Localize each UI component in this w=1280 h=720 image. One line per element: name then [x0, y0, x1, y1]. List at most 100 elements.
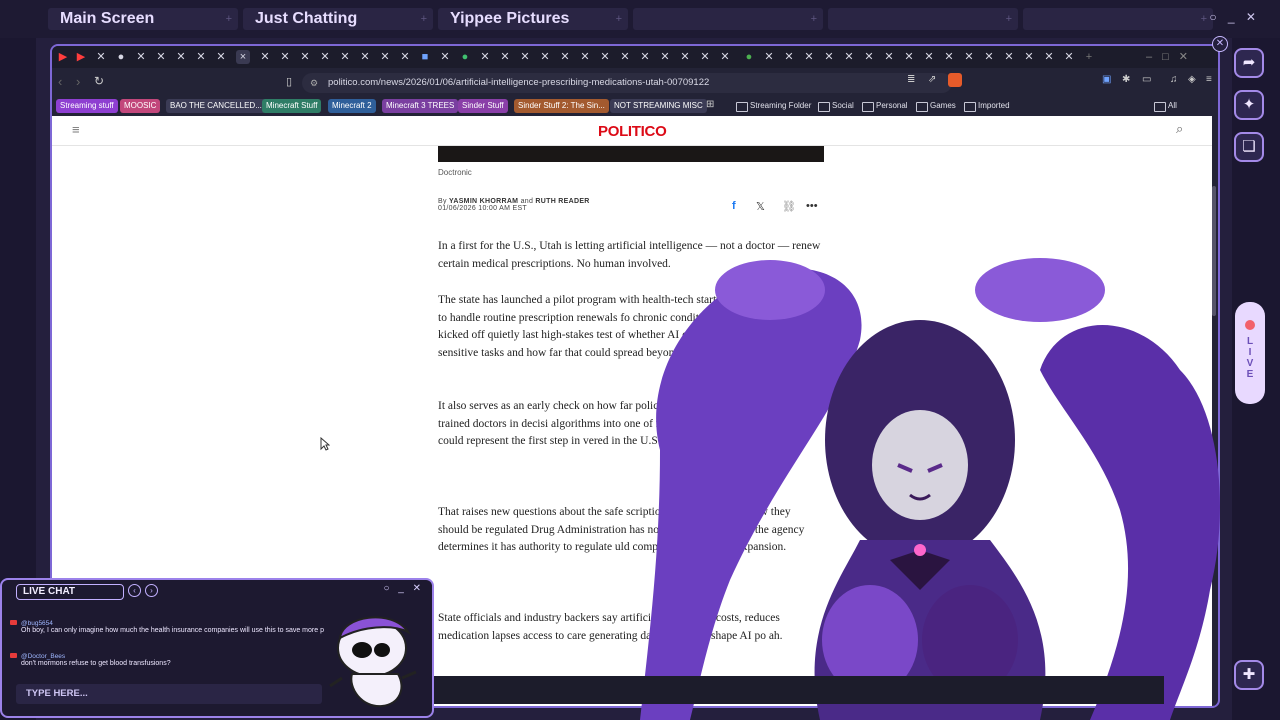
- x-tab-icon[interactable]: ✕: [398, 50, 412, 64]
- search-icon[interactable]: ⌕: [1176, 121, 1183, 137]
- back-icon[interactable]: ‹: [58, 74, 62, 89]
- share-arrow-icon[interactable]: ➦: [1234, 48, 1264, 78]
- x-tab-icon[interactable]: ✕: [318, 50, 332, 64]
- x-tab-icon[interactable]: ✕: [802, 50, 816, 64]
- x-tab-icon[interactable]: ✕: [478, 50, 492, 64]
- x-tab-icon[interactable]: ✕: [378, 50, 392, 64]
- reload-icon[interactable]: ↻: [94, 74, 104, 88]
- x-tab-icon[interactable]: ✕: [782, 50, 796, 64]
- hamburger-menu-icon[interactable]: ≡: [72, 122, 80, 137]
- bookmark-minecraft-2[interactable]: Minecraft 2: [328, 99, 376, 113]
- x-tab-icon[interactable]: ✕: [558, 50, 572, 64]
- x-tab-icon[interactable]: ✕: [982, 50, 996, 64]
- chat-input[interactable]: TYPE HERE...: [16, 684, 322, 704]
- x-tab-icon[interactable]: ✕: [578, 50, 592, 64]
- x-tab-icon[interactable]: ✕: [698, 50, 712, 64]
- vpn-icon[interactable]: ◈: [1188, 74, 1196, 85]
- x-tab-icon[interactable]: ✕: [518, 50, 532, 64]
- bookmark-streaming-stuff[interactable]: Streaming stuff: [56, 99, 118, 113]
- brave-shield-icon[interactable]: [948, 73, 962, 87]
- share-icon[interactable]: ⇗: [928, 74, 936, 85]
- close-window-icon[interactable]: ✕: [1212, 36, 1228, 52]
- overlay-tab-yippee-pictures[interactable]: Yippee Pictures +: [438, 8, 628, 30]
- url-bar[interactable]: ⚙ politico.com/news/2026/01/06/artificia…: [302, 73, 952, 93]
- bookmark-ribbon-icon[interactable]: ❏: [1234, 132, 1264, 162]
- all-bookmarks[interactable]: All Bookmarks: [1154, 99, 1218, 124]
- x-tab-icon[interactable]: ✕: [278, 50, 292, 64]
- music-icon[interactable]: ♫: [1170, 74, 1178, 85]
- x-tab-icon[interactable]: ✕: [538, 50, 552, 64]
- x-tab-icon[interactable]: ✕: [214, 50, 228, 64]
- x-tab-icon[interactable]: ✕: [1042, 50, 1056, 64]
- x-tab-icon[interactable]: ✕: [194, 50, 208, 64]
- x-tab-icon[interactable]: ✕: [1002, 50, 1016, 64]
- reader-icon[interactable]: ≣: [907, 74, 915, 85]
- youtube-tab-icon[interactable]: ▶: [56, 50, 70, 64]
- active-tab-close-icon[interactable]: ×: [236, 50, 250, 64]
- facebook-icon[interactable]: f: [732, 200, 736, 212]
- x-tab-icon[interactable]: ✕: [718, 50, 732, 64]
- author-link[interactable]: YASMIN KHORRAM: [449, 198, 518, 205]
- x-tab-icon[interactable]: ✕: [638, 50, 652, 64]
- image-tab-icon[interactable]: ■: [418, 50, 432, 64]
- extension-icon[interactable]: ▣: [1102, 74, 1111, 85]
- x-tab-icon[interactable]: ✕: [658, 50, 672, 64]
- author-link[interactable]: RUTH READER: [535, 198, 589, 205]
- overlay-tab-empty[interactable]: +: [633, 8, 823, 30]
- a-tab-icon[interactable]: ●: [114, 50, 128, 64]
- x-tab-icon[interactable]: ✕: [94, 50, 108, 64]
- x-tab-icon[interactable]: ✕: [678, 50, 692, 64]
- site-logo[interactable]: POLITICO: [598, 123, 667, 140]
- x-tab-icon[interactable]: ✕: [1022, 50, 1036, 64]
- x-tab-icon[interactable]: ✕: [154, 50, 168, 64]
- x-tab-icon[interactable]: ✕: [174, 50, 188, 64]
- x-tab-icon[interactable]: ✕: [358, 50, 372, 64]
- link-icon[interactable]: ⛓: [782, 200, 796, 213]
- x-tab-icon[interactable]: ✕: [762, 50, 776, 64]
- x-tab-icon[interactable]: ✕: [882, 50, 896, 64]
- site-info-icon[interactable]: ⚙: [310, 73, 318, 93]
- folder-streaming[interactable]: Streaming Folder: [736, 99, 811, 113]
- apps-grid-icon[interactable]: ⊞: [706, 99, 714, 110]
- chat-window-controls[interactable]: ○ _ ✕: [383, 583, 424, 594]
- folder-games[interactable]: Games: [916, 99, 956, 113]
- bookmark-sinder-stuff[interactable]: Sinder Stuff: [458, 99, 508, 113]
- x-tab-icon[interactable]: ✕: [298, 50, 312, 64]
- sidebar-icon[interactable]: ▭: [1142, 74, 1151, 85]
- x-tab-icon[interactable]: ✕: [842, 50, 856, 64]
- bookmark-bao[interactable]: BAO THE CANCELLED...: [166, 99, 266, 113]
- more-icon[interactable]: •••: [806, 200, 818, 212]
- overlay-tab-just-chatting[interactable]: Just Chatting +: [243, 8, 433, 30]
- sticker-icon[interactable]: ✦: [1234, 90, 1264, 120]
- overlay-window-controls[interactable]: ○ _ ✕: [1209, 10, 1260, 24]
- overlay-tab-empty[interactable]: +: [828, 8, 1018, 30]
- puzzle-icon[interactable]: ✱: [1122, 74, 1130, 85]
- green-tab-icon[interactable]: ●: [458, 50, 472, 64]
- x-share-icon[interactable]: 𝕏: [756, 200, 765, 213]
- x-tab-icon[interactable]: ✕: [438, 50, 452, 64]
- x-tab-icon[interactable]: ✕: [902, 50, 916, 64]
- forward-icon[interactable]: ›: [76, 74, 80, 89]
- bookmark-not-streaming-misc[interactable]: NOT STREAMING MISC: [610, 99, 707, 113]
- folder-imported[interactable]: Imported: [964, 99, 1010, 113]
- bookmark-minecraft-3-trees[interactable]: Minecraft 3 TREES: [382, 99, 459, 113]
- folder-social[interactable]: Social: [818, 99, 854, 113]
- x-tab-icon[interactable]: ✕: [338, 50, 352, 64]
- x-tab-icon[interactable]: ✕: [922, 50, 936, 64]
- youtube-tab-icon[interactable]: ▶: [74, 50, 88, 64]
- bookmark-minecraft-stuff[interactable]: Minecraft Stuff: [262, 99, 322, 113]
- chat-prev-icon[interactable]: ‹: [128, 584, 141, 597]
- bookmark-moosic[interactable]: MOOSIC: [120, 99, 161, 113]
- bookmark-icon[interactable]: ▯: [286, 75, 292, 88]
- menu-icon[interactable]: ≡: [1206, 74, 1212, 85]
- google-tab-icon[interactable]: ●: [742, 50, 756, 64]
- overlay-tab-main-screen[interactable]: Main Screen +: [48, 8, 238, 30]
- x-tab-icon[interactable]: ✕: [598, 50, 612, 64]
- overlay-tab-empty[interactable]: +: [1023, 8, 1213, 30]
- browser-window-controls[interactable]: –□✕: [1142, 50, 1202, 64]
- x-tab-icon[interactable]: ✕: [618, 50, 632, 64]
- x-tab-icon[interactable]: ✕: [862, 50, 876, 64]
- x-tab-icon[interactable]: ✕: [1062, 50, 1076, 64]
- x-tab-icon[interactable]: ✕: [134, 50, 148, 64]
- x-tab-icon[interactable]: ✕: [498, 50, 512, 64]
